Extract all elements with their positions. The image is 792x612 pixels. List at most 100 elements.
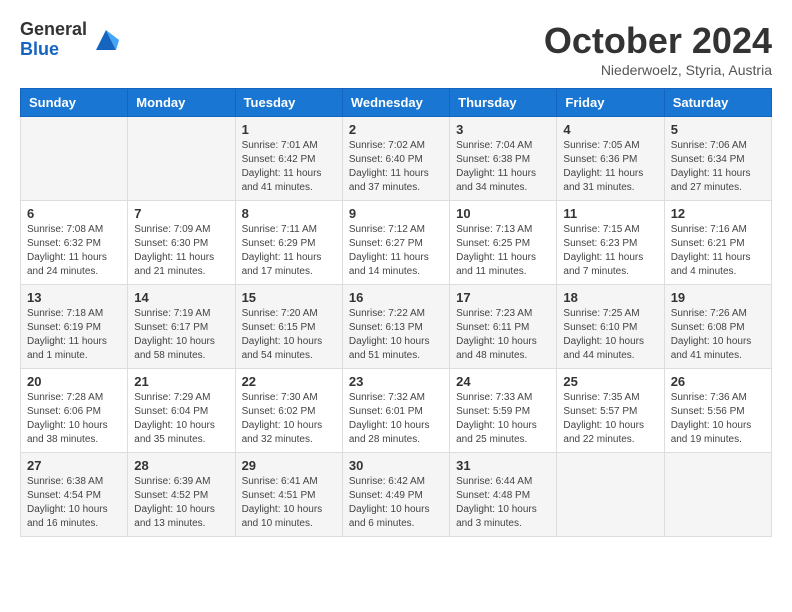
day-content: Sunrise: 7:20 AM Sunset: 6:15 PM Dayligh… bbox=[242, 307, 336, 363]
day-content: Sunrise: 7:01 AM Sunset: 6:42 PM Dayligh… bbox=[242, 139, 336, 195]
header-wednesday: Wednesday bbox=[342, 89, 449, 117]
calendar-cell: 11 Sunrise: 7:15 AM Sunset: 6:23 PM Dayli… bbox=[557, 201, 664, 285]
day-content: Sunrise: 6:38 AM Sunset: 4:54 PM Dayligh… bbox=[27, 475, 121, 531]
day-content: Sunrise: 7:12 AM Sunset: 6:27 PM Dayligh… bbox=[349, 223, 443, 279]
calendar-cell: 17 Sunrise: 7:23 AM Sunset: 6:11 PM Dayli… bbox=[450, 285, 557, 369]
day-content: Sunrise: 7:25 AM Sunset: 6:10 PM Dayligh… bbox=[563, 307, 657, 363]
calendar-cell: 22 Sunrise: 7:30 AM Sunset: 6:02 PM Dayli… bbox=[235, 369, 342, 453]
calendar-cell: 19 Sunrise: 7:26 AM Sunset: 6:08 PM Dayli… bbox=[664, 285, 771, 369]
day-content: Sunrise: 7:09 AM Sunset: 6:30 PM Dayligh… bbox=[134, 223, 228, 279]
day-number: 24 bbox=[456, 374, 550, 389]
day-content: Sunrise: 6:39 AM Sunset: 4:52 PM Dayligh… bbox=[134, 475, 228, 531]
logo: General Blue bbox=[20, 20, 121, 60]
header-sunday: Sunday bbox=[21, 89, 128, 117]
calendar-cell bbox=[664, 453, 771, 537]
calendar-cell: 16 Sunrise: 7:22 AM Sunset: 6:13 PM Dayli… bbox=[342, 285, 449, 369]
calendar-cell: 6 Sunrise: 7:08 AM Sunset: 6:32 PM Daylig… bbox=[21, 201, 128, 285]
day-number: 2 bbox=[349, 122, 443, 137]
calendar-cell: 24 Sunrise: 7:33 AM Sunset: 5:59 PM Dayli… bbox=[450, 369, 557, 453]
day-content: Sunrise: 7:32 AM Sunset: 6:01 PM Dayligh… bbox=[349, 391, 443, 447]
day-number: 15 bbox=[242, 290, 336, 305]
calendar-cell bbox=[128, 117, 235, 201]
calendar-table: SundayMondayTuesdayWednesdayThursdayFrid… bbox=[20, 88, 772, 537]
day-number: 23 bbox=[349, 374, 443, 389]
day-content: Sunrise: 6:42 AM Sunset: 4:49 PM Dayligh… bbox=[349, 475, 443, 531]
logo-blue-text: Blue bbox=[20, 40, 87, 60]
calendar-cell: 31 Sunrise: 6:44 AM Sunset: 4:48 PM Dayli… bbox=[450, 453, 557, 537]
calendar-header-row: SundayMondayTuesdayWednesdayThursdayFrid… bbox=[21, 89, 772, 117]
day-number: 1 bbox=[242, 122, 336, 137]
day-number: 18 bbox=[563, 290, 657, 305]
day-content: Sunrise: 7:19 AM Sunset: 6:17 PM Dayligh… bbox=[134, 307, 228, 363]
day-number: 11 bbox=[563, 206, 657, 221]
day-content: Sunrise: 7:29 AM Sunset: 6:04 PM Dayligh… bbox=[134, 391, 228, 447]
calendar-cell: 15 Sunrise: 7:20 AM Sunset: 6:15 PM Dayli… bbox=[235, 285, 342, 369]
day-number: 4 bbox=[563, 122, 657, 137]
day-number: 27 bbox=[27, 458, 121, 473]
logo-general-text: General bbox=[20, 20, 87, 40]
day-content: Sunrise: 7:33 AM Sunset: 5:59 PM Dayligh… bbox=[456, 391, 550, 447]
day-number: 21 bbox=[134, 374, 228, 389]
calendar-cell: 23 Sunrise: 7:32 AM Sunset: 6:01 PM Dayli… bbox=[342, 369, 449, 453]
day-number: 17 bbox=[456, 290, 550, 305]
header-thursday: Thursday bbox=[450, 89, 557, 117]
day-content: Sunrise: 7:18 AM Sunset: 6:19 PM Dayligh… bbox=[27, 307, 121, 363]
calendar-cell: 4Sunrise: 7:05 AM Sunset: 6:36 PM Daylig… bbox=[557, 117, 664, 201]
calendar-cell bbox=[21, 117, 128, 201]
logo-icon bbox=[91, 25, 121, 55]
calendar-cell: 3 Sunrise: 7:04 AM Sunset: 6:38 PM Daylig… bbox=[450, 117, 557, 201]
day-content: Sunrise: 7:22 AM Sunset: 6:13 PM Dayligh… bbox=[349, 307, 443, 363]
day-number: 28 bbox=[134, 458, 228, 473]
header-monday: Monday bbox=[128, 89, 235, 117]
calendar-cell: 18 Sunrise: 7:25 AM Sunset: 6:10 PM Dayli… bbox=[557, 285, 664, 369]
day-number: 19 bbox=[671, 290, 765, 305]
day-content: Sunrise: 7:26 AM Sunset: 6:08 PM Dayligh… bbox=[671, 307, 765, 363]
day-content: Sunrise: 7:04 AM Sunset: 6:38 PM Dayligh… bbox=[456, 139, 550, 195]
day-number: 29 bbox=[242, 458, 336, 473]
day-number: 25 bbox=[563, 374, 657, 389]
day-content: Sunrise: 7:15 AM Sunset: 6:23 PM Dayligh… bbox=[563, 223, 657, 279]
calendar-cell: 26Sunrise: 7:36 AM Sunset: 5:56 PM Dayli… bbox=[664, 369, 771, 453]
day-number: 6 bbox=[27, 206, 121, 221]
day-content: Sunrise: 6:44 AM Sunset: 4:48 PM Dayligh… bbox=[456, 475, 550, 531]
day-number: 5 bbox=[671, 122, 765, 137]
calendar-cell: 14 Sunrise: 7:19 AM Sunset: 6:17 PM Dayli… bbox=[128, 285, 235, 369]
calendar-cell: 12Sunrise: 7:16 AM Sunset: 6:21 PM Dayli… bbox=[664, 201, 771, 285]
calendar-cell: 30Sunrise: 6:42 AM Sunset: 4:49 PM Dayli… bbox=[342, 453, 449, 537]
calendar-cell: 7 Sunrise: 7:09 AM Sunset: 6:30 PM Daylig… bbox=[128, 201, 235, 285]
calendar-cell: 27 Sunrise: 6:38 AM Sunset: 4:54 PM Dayli… bbox=[21, 453, 128, 537]
header-saturday: Saturday bbox=[664, 89, 771, 117]
day-content: Sunrise: 7:36 AM Sunset: 5:56 PM Dayligh… bbox=[671, 391, 765, 447]
calendar-week-row: 1 Sunrise: 7:01 AM Sunset: 6:42 PM Daylig… bbox=[21, 117, 772, 201]
calendar-cell: 20Sunrise: 7:28 AM Sunset: 6:06 PM Dayli… bbox=[21, 369, 128, 453]
calendar-cell: 29 Sunrise: 6:41 AM Sunset: 4:51 PM Dayli… bbox=[235, 453, 342, 537]
calendar-cell: 28 Sunrise: 6:39 AM Sunset: 4:52 PM Dayli… bbox=[128, 453, 235, 537]
day-content: Sunrise: 7:08 AM Sunset: 6:32 PM Dayligh… bbox=[27, 223, 121, 279]
calendar-cell: 2Sunrise: 7:02 AM Sunset: 6:40 PM Daylig… bbox=[342, 117, 449, 201]
calendar-week-row: 13 Sunrise: 7:18 AM Sunset: 6:19 PM Dayli… bbox=[21, 285, 772, 369]
day-number: 16 bbox=[349, 290, 443, 305]
header-tuesday: Tuesday bbox=[235, 89, 342, 117]
day-number: 3 bbox=[456, 122, 550, 137]
day-number: 20 bbox=[27, 374, 121, 389]
day-content: Sunrise: 6:41 AM Sunset: 4:51 PM Dayligh… bbox=[242, 475, 336, 531]
calendar-cell: 5Sunrise: 7:06 AM Sunset: 6:34 PM Daylig… bbox=[664, 117, 771, 201]
month-title: October 2024 bbox=[544, 20, 772, 62]
day-number: 31 bbox=[456, 458, 550, 473]
day-content: Sunrise: 7:30 AM Sunset: 6:02 PM Dayligh… bbox=[242, 391, 336, 447]
calendar-cell: 8Sunrise: 7:11 AM Sunset: 6:29 PM Daylig… bbox=[235, 201, 342, 285]
location-subtitle: Niederwoelz, Styria, Austria bbox=[544, 62, 772, 78]
day-number: 22 bbox=[242, 374, 336, 389]
day-number: 14 bbox=[134, 290, 228, 305]
calendar-week-row: 6 Sunrise: 7:08 AM Sunset: 6:32 PM Daylig… bbox=[21, 201, 772, 285]
day-number: 10 bbox=[456, 206, 550, 221]
day-content: Sunrise: 7:35 AM Sunset: 5:57 PM Dayligh… bbox=[563, 391, 657, 447]
day-content: Sunrise: 7:23 AM Sunset: 6:11 PM Dayligh… bbox=[456, 307, 550, 363]
day-number: 12 bbox=[671, 206, 765, 221]
calendar-cell: 25 Sunrise: 7:35 AM Sunset: 5:57 PM Dayli… bbox=[557, 369, 664, 453]
day-number: 13 bbox=[27, 290, 121, 305]
calendar-cell: 21 Sunrise: 7:29 AM Sunset: 6:04 PM Dayli… bbox=[128, 369, 235, 453]
calendar-cell: 13 Sunrise: 7:18 AM Sunset: 6:19 PM Dayli… bbox=[21, 285, 128, 369]
calendar-cell bbox=[557, 453, 664, 537]
day-number: 7 bbox=[134, 206, 228, 221]
